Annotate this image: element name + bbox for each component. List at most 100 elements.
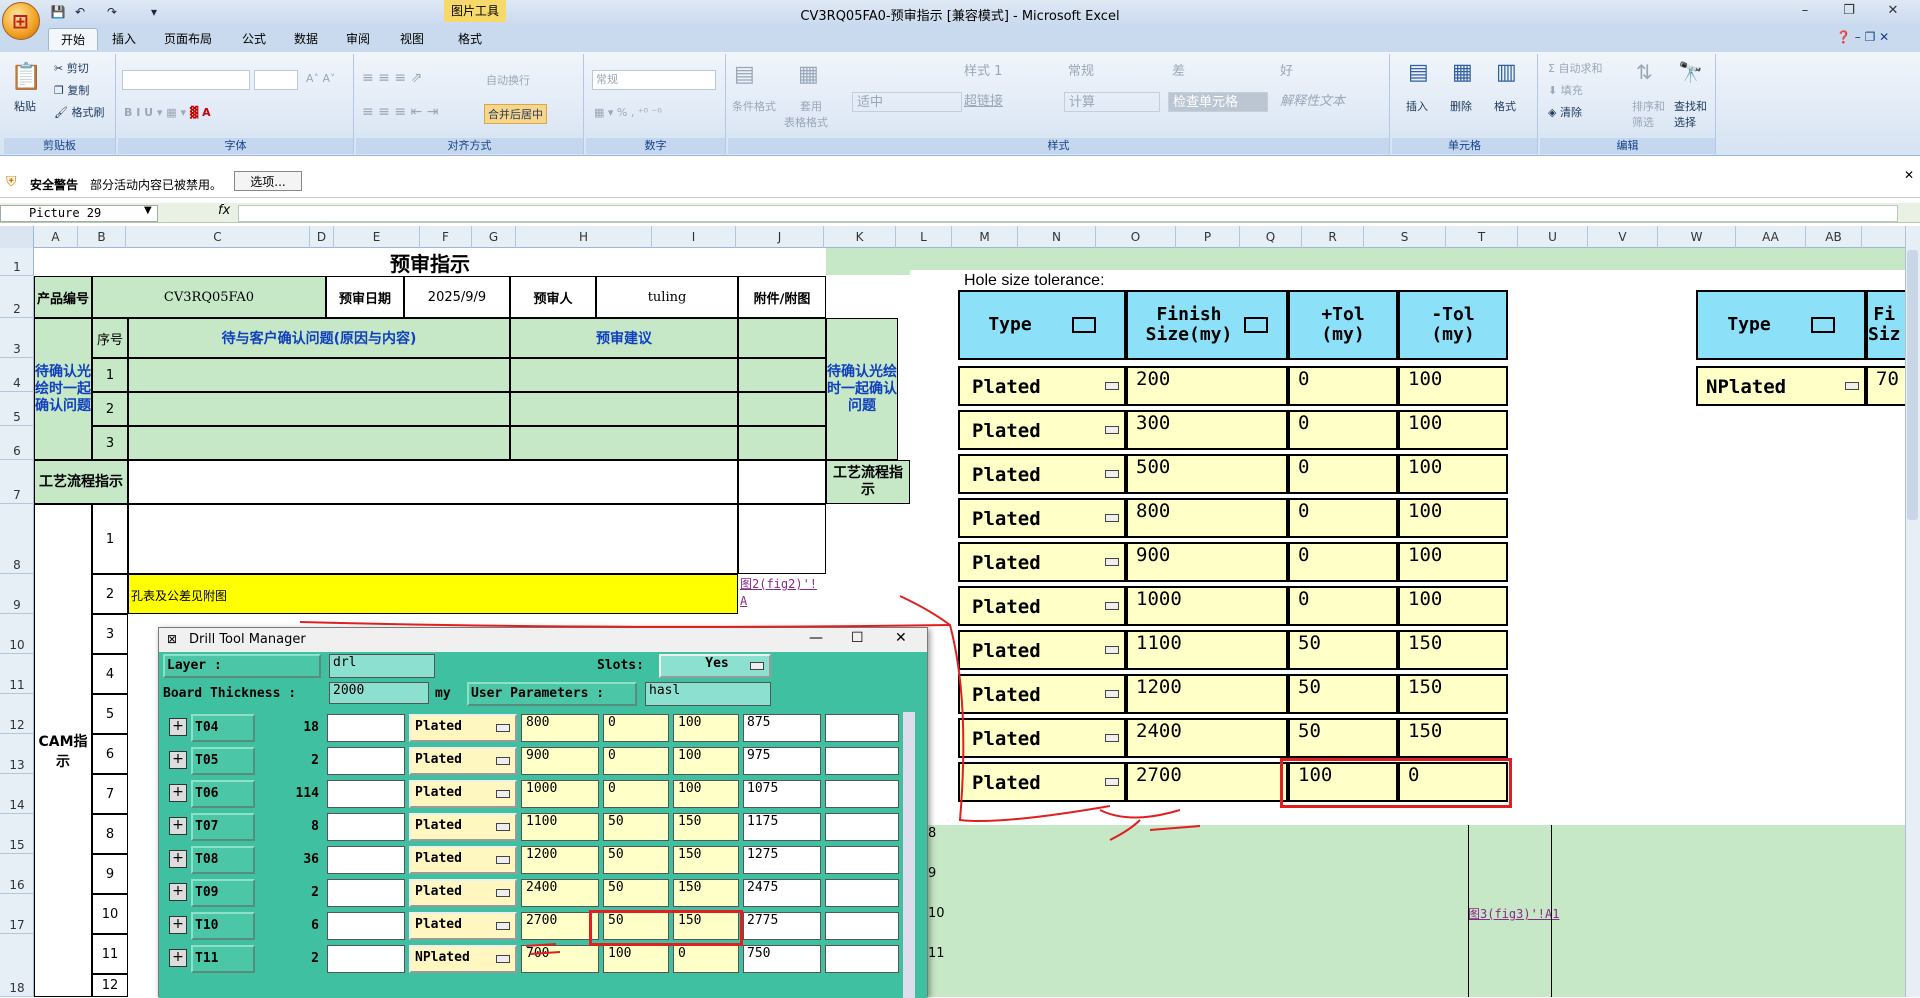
grow-font-icon[interactable]: A˄ A˅: [306, 72, 336, 85]
hole-finish-field[interactable]: 1200: [1126, 674, 1288, 714]
pending-suggest-cell[interactable]: [510, 426, 738, 460]
tool-type-dropdown[interactable]: Plated: [409, 879, 517, 907]
cam-cell-1[interactable]: [128, 504, 738, 574]
style-bad[interactable]: 差: [1168, 62, 1264, 82]
cam-seq-cell[interactable]: 3: [92, 614, 128, 654]
tool-finish-field[interactable]: 700: [521, 945, 599, 973]
hole-finish-field[interactable]: 2700: [1126, 762, 1288, 802]
column-header-g[interactable]: G: [472, 226, 516, 248]
delete-cells-button[interactable]: 删除: [1450, 98, 1472, 114]
reviewer-value[interactable]: tuling: [596, 276, 738, 318]
hole-finish-header[interactable]: Finish Size(my): [1126, 290, 1288, 360]
hole-finish-field[interactable]: 800: [1126, 498, 1288, 538]
dropdown-icon[interactable]: [496, 856, 510, 864]
issue-label[interactable]: 待与客户确认问题(原因与内容): [128, 318, 510, 358]
tool-finish-field[interactable]: 2700: [521, 912, 599, 940]
tool-text-field[interactable]: [327, 714, 405, 742]
product-no-value[interactable]: CV3RQ05FA0: [92, 276, 326, 318]
hole-ptol-field[interactable]: 0: [1288, 366, 1398, 406]
tool-mtol-field[interactable]: 150: [673, 846, 739, 874]
pending-issue-cell[interactable]: [128, 392, 510, 426]
tool-extra-field[interactable]: [825, 813, 899, 841]
tool-text-field[interactable]: [327, 813, 405, 841]
column-header-aa[interactable]: AA: [1736, 226, 1806, 248]
dropdown-icon[interactable]: [496, 955, 510, 963]
restore-icon[interactable]: ❐: [1836, 3, 1862, 21]
dialog-maximize-icon[interactable]: ☐: [851, 630, 864, 646]
tool-text-field[interactable]: [327, 780, 405, 808]
tool-extra-field[interactable]: [825, 945, 899, 973]
dropdown-icon[interactable]: [496, 889, 510, 897]
process-cell[interactable]: [128, 460, 738, 504]
paste-button[interactable]: 粘贴: [14, 98, 36, 114]
column-header-q[interactable]: Q: [1240, 226, 1302, 248]
cam-seq-cell[interactable]: 1: [92, 504, 128, 574]
pending-seq-cell[interactable]: 1: [92, 358, 128, 392]
row-header-14[interactable]: 14: [0, 774, 34, 814]
tool-drill-field[interactable]: 1075: [743, 780, 821, 808]
pending-attach-cell[interactable]: [738, 426, 826, 460]
hole-mtol-header[interactable]: -Tol (my): [1398, 290, 1508, 360]
style-calc[interactable]: 计算: [1064, 92, 1160, 112]
tool-drill-field[interactable]: 975: [743, 747, 821, 775]
row-header-3[interactable]: 3: [0, 318, 34, 358]
font-size-combo[interactable]: [254, 70, 298, 90]
pending-issue-cell[interactable]: [128, 358, 510, 392]
tool-text-field[interactable]: [327, 747, 405, 775]
hole-finish-field[interactable]: 1000: [1126, 586, 1288, 626]
column-header-d[interactable]: D: [310, 226, 334, 248]
redo-icon[interactable]: ↷: [104, 4, 120, 20]
tool-text-field[interactable]: [327, 945, 405, 973]
tool-extra-field[interactable]: [825, 912, 899, 940]
row-header-9[interactable]: 9: [0, 574, 34, 614]
formula-input[interactable]: [238, 205, 1898, 222]
reviewer-label[interactable]: 预审人: [510, 276, 596, 318]
close-icon[interactable]: ✕: [1880, 3, 1906, 21]
review-date-value[interactable]: 2025/9/9: [404, 276, 510, 318]
hole-tolerance-image[interactable]: Hole size tolerance: Type Finish Size(my…: [910, 270, 1920, 825]
column-header-j[interactable]: J: [736, 226, 824, 248]
row-header-7[interactable]: 7: [0, 460, 34, 504]
namebox-dropdown-icon[interactable]: ▼: [144, 205, 152, 216]
hole-ptol-field[interactable]: 50: [1288, 674, 1398, 714]
process-label-right[interactable]: 工艺流程指示: [826, 460, 910, 504]
hole2-type-cell[interactable]: NPlated: [1696, 366, 1866, 406]
cam-seq-cell[interactable]: 7: [92, 774, 128, 814]
hole-finish-field[interactable]: 500: [1126, 454, 1288, 494]
tool-mtol-field[interactable]: 0: [673, 945, 739, 973]
dropdown-icon[interactable]: [496, 823, 510, 831]
tool-name[interactable]: T09: [191, 879, 255, 907]
tab-page-layout[interactable]: 页面布局: [152, 28, 224, 50]
pending-seq-cell[interactable]: 3: [92, 426, 128, 460]
row-header-8[interactable]: 8: [0, 504, 34, 574]
hole-mtol-field[interactable]: 100: [1398, 542, 1508, 582]
tool-name[interactable]: T05: [191, 747, 255, 775]
cam-seq-cell[interactable]: 4: [92, 654, 128, 694]
tool-type-dropdown[interactable]: Plated: [409, 747, 517, 775]
collapse-icon[interactable]: [1244, 317, 1269, 333]
row-header-13[interactable]: 13: [0, 734, 34, 774]
tool-ptol-field[interactable]: 100: [603, 945, 669, 973]
hole-type-dropdown[interactable]: Plated: [958, 410, 1126, 450]
cam-attach-1[interactable]: [738, 504, 826, 574]
cam-seq-cell[interactable]: 10: [92, 894, 128, 934]
pending-label-right[interactable]: 待确认光绘时一起确认问题: [826, 318, 898, 460]
dropdown-icon[interactable]: [1105, 382, 1119, 390]
column-header-p[interactable]: P: [1176, 226, 1240, 248]
delete-cells-icon[interactable]: ▦: [1452, 60, 1473, 85]
column-header-k[interactable]: K: [824, 226, 896, 248]
dropdown-icon[interactable]: [1105, 426, 1119, 434]
hole-type-dropdown[interactable]: Plated: [958, 542, 1126, 582]
number-format-combo[interactable]: 常规: [592, 70, 716, 90]
conditional-format-icon[interactable]: ▤: [734, 62, 755, 87]
hole-ptol-field[interactable]: 0: [1288, 454, 1398, 494]
tool-type-dropdown[interactable]: NPlated: [409, 945, 517, 973]
tool-text-field[interactable]: [327, 879, 405, 907]
column-header-a[interactable]: A: [34, 226, 78, 248]
layer-field[interactable]: drl: [329, 654, 435, 678]
close-security-icon[interactable]: ✕: [1904, 168, 1914, 182]
dropdown-icon[interactable]: [1105, 558, 1119, 566]
tool-drill-field[interactable]: 2475: [743, 879, 821, 907]
row-header-2[interactable]: 2: [0, 276, 34, 318]
style-hyperlink[interactable]: 超链接: [960, 92, 1060, 112]
